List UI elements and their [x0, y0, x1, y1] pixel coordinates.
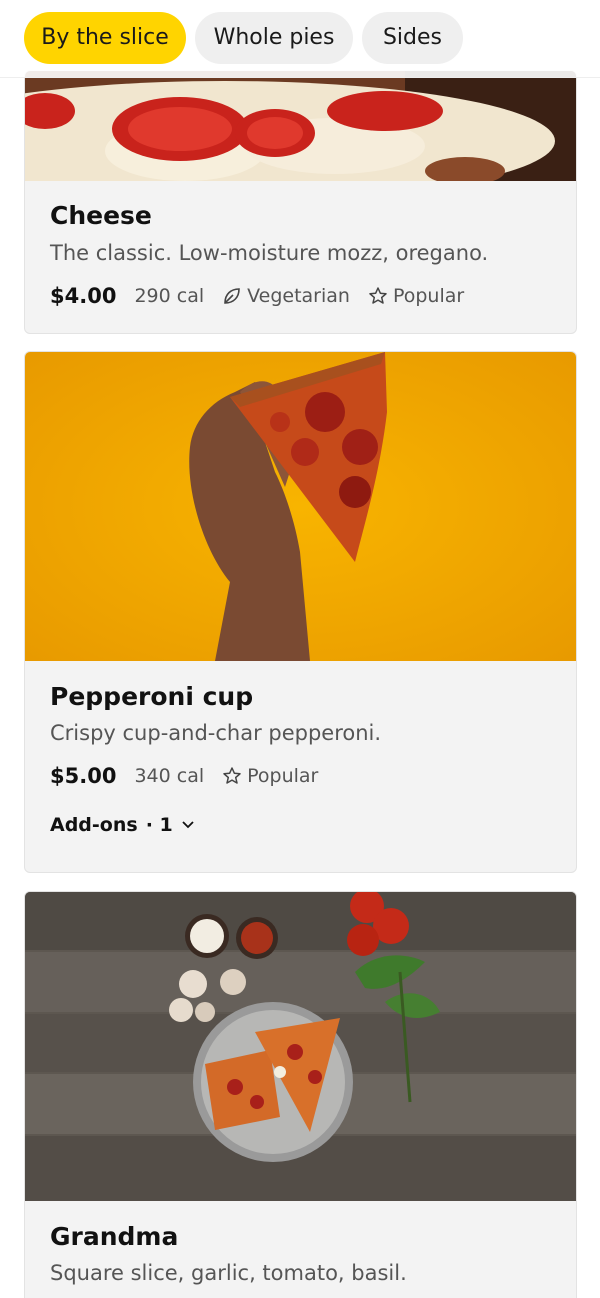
item-price: $4.00 — [50, 284, 117, 308]
item-description: Square slice, garlic, tomato, basil. — [50, 1261, 407, 1285]
menu-page: By the slice Whole pies Sides Cheese The… — [0, 0, 600, 1298]
addons-count: · 1 — [145, 814, 173, 836]
menu-item-grandma[interactable]: Grandma Square slice, garlic, tomato, ba… — [24, 891, 577, 1298]
tag-label: Popular — [247, 765, 319, 787]
item-name: Grandma — [50, 1222, 179, 1251]
cheese-pizza-photo — [25, 71, 576, 181]
item-meta: $5.00 340 cal Popular — [50, 762, 336, 790]
chevron-down-icon — [182, 821, 194, 829]
item-name: Cheese — [50, 201, 152, 230]
item-name: Pepperoni cup — [50, 682, 254, 711]
tag-popular: Popular — [368, 285, 464, 307]
grandma-pizza-photo — [25, 892, 576, 1201]
pepperoni-pizza-photo — [25, 352, 576, 661]
star-icon — [369, 287, 387, 304]
addons-label: Add-ons — [50, 814, 138, 836]
tab-whole-pies[interactable]: Whole pies — [195, 12, 353, 64]
menu-item-pepperoni-cup[interactable]: Pepperoni cup Crispy cup-and-char pepper… — [24, 351, 577, 873]
item-price: $5.00 — [50, 764, 117, 788]
item-meta: $4.00 290 cal Vegetarian Popular — [50, 282, 482, 310]
item-description: The classic. Low-moisture mozz, oregano. — [50, 241, 489, 265]
leaf-icon — [224, 288, 240, 304]
item-description: Crispy cup-and-char pepperoni. — [50, 721, 382, 745]
addons-toggle[interactable]: Add-ons · 1 — [50, 814, 195, 836]
tag-popular: Popular — [222, 765, 318, 787]
tag-label: Popular — [392, 285, 465, 307]
tag-vegetarian: Vegetarian — [222, 285, 350, 307]
tab-sides[interactable]: Sides — [362, 12, 463, 64]
star-icon — [223, 767, 241, 784]
item-calories: 340 cal — [134, 765, 205, 787]
tab-by-the-slice[interactable]: By the slice — [24, 12, 186, 64]
menu-item-cheese[interactable]: Cheese The classic. Low-moisture mozz, o… — [24, 70, 577, 334]
tag-label: Vegetarian — [247, 285, 350, 307]
category-tabs: By the slice Whole pies Sides — [0, 0, 600, 78]
item-calories: 290 cal — [134, 285, 205, 307]
